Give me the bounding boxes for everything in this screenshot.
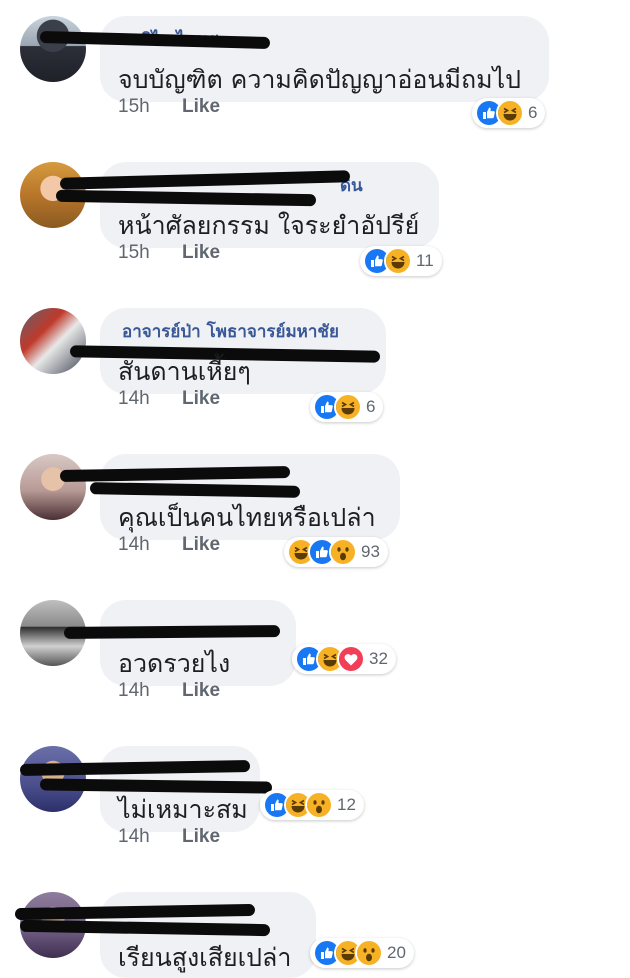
redaction-scribble <box>63 625 281 639</box>
comment-text: อวดรวยไง <box>118 649 231 678</box>
comment-meta: 15h Like <box>118 242 220 264</box>
like-button[interactable]: Like <box>182 242 220 263</box>
comment-bubble: ดิน หน้าศัลยกรรม ใจระยำอัปรีย์ <box>55 162 439 248</box>
comment-item: คุณเป็นคนไทยหรือเปล่า 14h Like 93 <box>0 438 630 584</box>
wow-reaction-icon <box>355 939 383 967</box>
comment-bubble: อาจารย์ป่า โพธาจารย์มหาชัย สันดานเหี้ยๆ <box>69 308 386 394</box>
reaction-summary[interactable]: 6 <box>472 98 546 128</box>
comment-timestamp[interactable]: 14h <box>118 534 182 556</box>
reaction-summary[interactable]: 32 <box>292 644 396 674</box>
wow-reaction-icon <box>305 791 333 819</box>
comment-item: ซิไล ไนมส จบบัญฑิต ความคิดปัญญาอ่อนมีถมไ… <box>0 0 630 146</box>
redaction-scribble <box>55 189 317 207</box>
comment-text: ไม่เหมาะสม <box>118 795 248 824</box>
reaction-count: 12 <box>337 795 356 814</box>
avatar[interactable] <box>20 16 86 82</box>
comment-item: อวดรวยไง 14h Like 32 <box>0 584 630 730</box>
redaction-scribble <box>89 482 301 498</box>
like-button[interactable]: Like <box>182 680 220 701</box>
reaction-summary[interactable]: 6 <box>310 392 384 422</box>
reaction-summary[interactable]: 93 <box>284 537 388 567</box>
reaction-count: 93 <box>361 542 380 561</box>
comment-text: สันดานเหี้ยๆ <box>118 357 251 386</box>
haha-reaction-icon <box>334 393 362 421</box>
comment-text: จบบัญฑิต ความคิดปัญญาอ่อนมีถมไป <box>118 65 522 94</box>
comment-timestamp[interactable]: 14h <box>118 680 182 702</box>
redaction-scribble <box>59 465 291 483</box>
comment-timestamp[interactable]: 15h <box>118 242 182 264</box>
reaction-summary[interactable]: 11 <box>360 246 442 276</box>
reaction-count: 32 <box>369 649 388 668</box>
comment-bubble: ซิไล ไนมส จบบัญฑิต ความคิดปัญญาอ่อนมีถมไ… <box>39 16 549 102</box>
comment-item: ดิน หน้าศัลยกรรม ใจระยำอัปรีย์ 15h Like 1… <box>0 146 630 292</box>
comment-item: อาจารย์ป่า โพธาจารย์มหาชัย สันดานเหี้ยๆ … <box>0 292 630 438</box>
reaction-summary[interactable]: 12 <box>260 790 364 820</box>
like-button[interactable]: Like <box>182 388 220 409</box>
avatar[interactable] <box>20 454 86 520</box>
comment-meta: 14h Like <box>118 534 220 556</box>
comment-timestamp[interactable]: 14h <box>118 826 182 848</box>
comment-meta: 14h Like <box>118 680 220 702</box>
comment-bubble: คุณเป็นคนไทยหรือเปล่า <box>59 454 400 540</box>
comment-item: ไม่เหมาะสม 14h Like 12 <box>0 730 630 876</box>
wow-reaction-icon <box>329 538 357 566</box>
comment-meta: 14h Like <box>118 388 220 410</box>
reaction-count: 11 <box>416 251 434 270</box>
like-button[interactable]: Like <box>182 96 220 117</box>
comment-meta: 14h Like <box>118 826 220 848</box>
like-button[interactable]: Like <box>182 826 220 847</box>
haha-reaction-icon <box>496 99 524 127</box>
reaction-summary[interactable]: 20 <box>310 938 414 968</box>
reaction-count: 20 <box>387 943 406 962</box>
comment-timestamp[interactable]: 15h <box>118 96 182 118</box>
avatar[interactable] <box>20 308 86 374</box>
reaction-count: 6 <box>366 397 376 416</box>
comment-text: หน้าศัลยกรรม ใจระยำอัปรีย์ <box>118 211 420 240</box>
comment-bubble: เรียนสูงเสียเปล่า <box>14 892 316 978</box>
love-reaction-icon <box>337 645 365 673</box>
like-button[interactable]: Like <box>182 534 220 555</box>
redaction-scribble <box>59 170 351 190</box>
comment-text: คุณเป็นคนไทยหรือเปล่า <box>118 503 376 532</box>
comment-timestamp[interactable]: 14h <box>118 388 182 410</box>
comment-author[interactable]: อาจารย์ป่า โพธาจารย์มหาชัย <box>122 318 339 345</box>
comment-bubble: อวดรวยไง <box>63 600 296 686</box>
comment-item: เรียนสูงเสียเปล่า 20 <box>0 876 630 978</box>
reaction-count: 6 <box>528 103 538 122</box>
comment-bubble: ไม่เหมาะสม <box>19 746 273 832</box>
comment-text: เรียนสูงเสียเปล่า <box>118 943 292 972</box>
haha-reaction-icon <box>384 247 412 275</box>
comment-meta: 15h Like <box>118 96 220 118</box>
redaction-scribble <box>19 759 251 777</box>
